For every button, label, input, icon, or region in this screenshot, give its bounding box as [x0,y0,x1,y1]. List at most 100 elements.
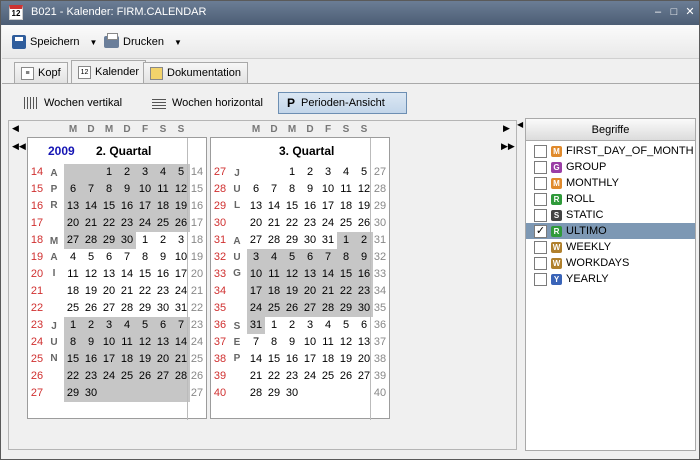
day-cell[interactable]: 30 [154,300,172,317]
day-cell[interactable]: 26 [283,300,301,317]
day-cell[interactable]: 1 [265,317,283,334]
tab-kalender[interactable]: 12 Kalender [71,60,147,83]
day-cell[interactable]: 22 [283,215,301,232]
day-cell[interactable]: 20 [100,283,118,300]
day-cell[interactable]: 28 [247,385,265,402]
day-cell[interactable]: 11 [154,181,172,198]
day-cell[interactable]: 15 [337,266,355,283]
prev-arrow-icon[interactable]: ◀ [12,123,19,134]
day-cell[interactable]: 22 [100,215,118,232]
day-cell[interactable]: 10 [319,181,337,198]
day-cell[interactable]: 30 [118,232,136,249]
day-cell[interactable]: 23 [82,368,100,385]
day-cell[interactable]: 22 [337,283,355,300]
day-cell[interactable]: 3 [136,164,154,181]
next-arrow-icon[interactable]: ▶ [503,123,510,134]
weeks-vertical-button[interactable]: Wochen vertikal [16,92,130,114]
day-cell[interactable]: 21 [265,215,283,232]
day-cell[interactable]: 19 [283,283,301,300]
day-cell[interactable]: 3 [247,249,265,266]
day-cell[interactable] [100,385,118,402]
day-cell[interactable]: 17 [100,351,118,368]
day-cell[interactable]: 6 [154,317,172,334]
term-item[interactable]: M MONTHLY [526,175,695,191]
day-cell[interactable]: 15 [64,351,82,368]
day-cell[interactable]: 24 [319,215,337,232]
day-cell[interactable]: 18 [337,198,355,215]
day-cell[interactable]: 10 [301,334,319,351]
day-cell[interactable]: 29 [337,300,355,317]
day-cell[interactable]: 28 [319,300,337,317]
day-cell[interactable]: 8 [100,181,118,198]
day-cell[interactable]: 4 [118,317,136,334]
day-cell[interactable]: 18 [265,283,283,300]
term-checkbox[interactable] [534,208,547,222]
day-cell[interactable]: 13 [100,266,118,283]
term-item[interactable]: G GROUP [526,159,695,175]
day-cell[interactable] [118,385,136,402]
day-cell[interactable]: 30 [301,232,319,249]
day-cell[interactable] [301,385,319,402]
day-cell[interactable]: 28 [118,300,136,317]
collapse-left-icon[interactable]: ◀ [517,120,523,129]
day-cell[interactable]: 9 [82,334,100,351]
term-item[interactable]: S STATIC [526,207,695,223]
day-cell[interactable]: 21 [118,283,136,300]
day-cell[interactable]: 7 [118,249,136,266]
day-cell[interactable]: 6 [301,249,319,266]
day-cell[interactable]: 4 [154,164,172,181]
day-cell[interactable]: 8 [64,334,82,351]
maximize-button[interactable]: □ [667,5,681,19]
day-cell[interactable]: 13 [64,198,82,215]
day-cell[interactable]: 2 [154,232,172,249]
day-cell[interactable]: 19 [136,351,154,368]
term-item[interactable]: R ROLL [526,191,695,207]
day-cell[interactable]: 14 [82,198,100,215]
print-button[interactable]: Drucken ▼ [104,32,182,52]
day-cell[interactable]: 7 [319,249,337,266]
day-cell[interactable]: 8 [337,249,355,266]
day-cell[interactable]: 14 [247,351,265,368]
period-view-button[interactable]: P Perioden-Ansicht [278,92,407,114]
day-cell[interactable]: 7 [265,181,283,198]
day-cell[interactable]: 19 [82,283,100,300]
term-checkbox[interactable]: ✓ [534,224,547,238]
weeks-horizontal-button[interactable]: Wochen horizontal [144,92,271,114]
day-cell[interactable]: 1 [136,232,154,249]
day-cell[interactable]: 25 [265,300,283,317]
day-cell[interactable]: 20 [301,283,319,300]
term-checkbox[interactable] [534,192,547,206]
day-cell[interactable]: 24 [247,300,265,317]
day-cell[interactable]: 12 [82,266,100,283]
day-cell[interactable]: 11 [319,334,337,351]
day-cell[interactable]: 13 [154,334,172,351]
day-cell[interactable]: 2 [283,317,301,334]
day-cell[interactable]: 7 [247,334,265,351]
day-cell[interactable]: 25 [337,215,355,232]
day-cell[interactable]: 30 [82,385,100,402]
day-cell[interactable]: 9 [283,334,301,351]
day-cell[interactable]: 26 [136,368,154,385]
chevron-down-icon[interactable]: ▼ [174,38,182,47]
day-cell[interactable]: 10 [247,266,265,283]
day-cell[interactable]: 21 [82,215,100,232]
prev-fast-arrow-icon[interactable]: ◀◀ [12,141,26,152]
term-item[interactable]: W WORKDAYS [526,255,695,271]
minimize-button[interactable]: – [651,5,665,19]
day-cell[interactable] [154,385,172,402]
day-cell[interactable]: 25 [319,368,337,385]
day-cell[interactable] [247,164,265,181]
day-cell[interactable]: 6 [100,249,118,266]
day-cell[interactable]: 6 [247,181,265,198]
terms-header[interactable]: Begriffe [526,119,695,141]
day-cell[interactable]: 2 [301,164,319,181]
day-cell[interactable]: 25 [118,368,136,385]
term-checkbox[interactable] [534,176,547,190]
day-cell[interactable]: 19 [337,351,355,368]
day-cell[interactable]: 8 [265,334,283,351]
day-cell[interactable]: 9 [118,181,136,198]
day-cell[interactable]: 23 [283,368,301,385]
chevron-down-icon[interactable]: ▼ [90,38,98,47]
day-cell[interactable]: 1 [337,232,355,249]
day-cell[interactable]: 4 [337,164,355,181]
